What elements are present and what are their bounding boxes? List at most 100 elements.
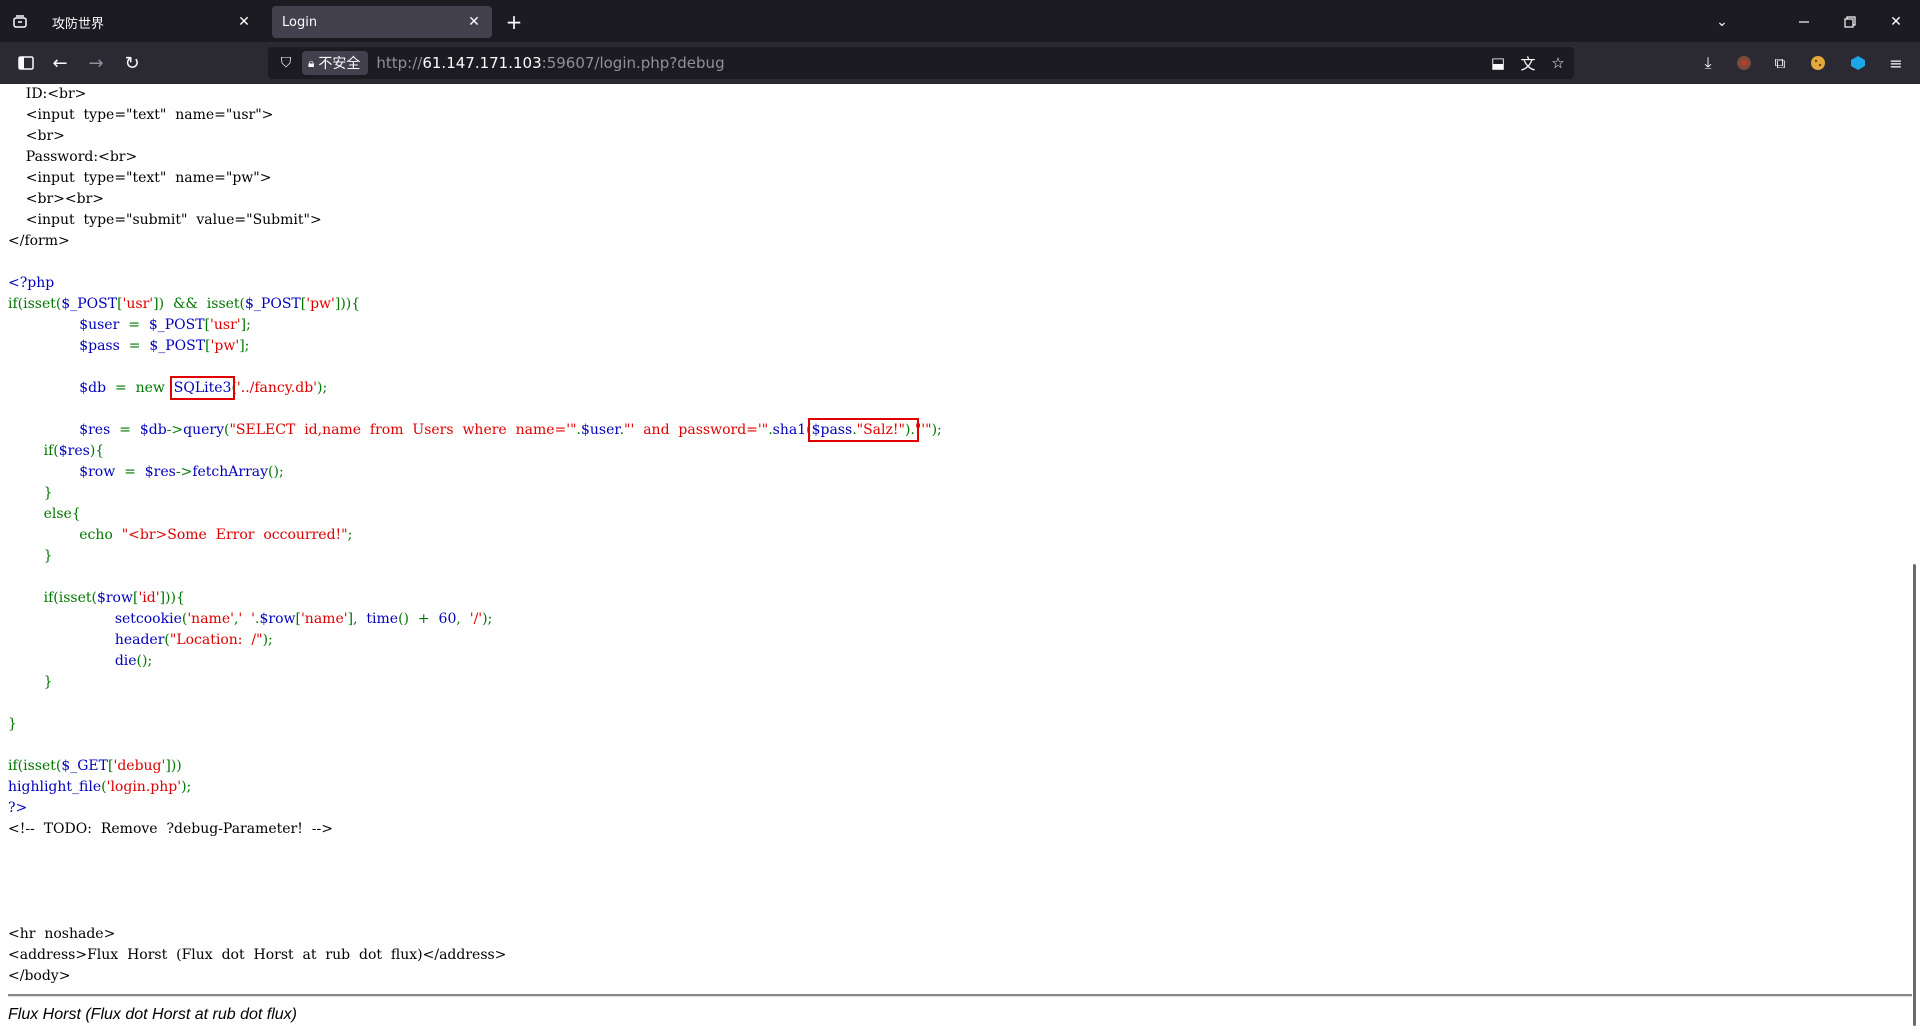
code-token: 'usr' (122, 296, 154, 312)
code-line: <input type="text" name="pw"> (8, 168, 942, 189)
code-token: "' and password='" (624, 422, 769, 438)
code-token: query (183, 422, 225, 438)
code-token: , (456, 611, 470, 627)
code-token: $row (259, 611, 296, 627)
url-actions: ⬓ 文 ☆ (1488, 47, 1568, 79)
code-token: <br><br> (8, 191, 105, 207)
code-token: = (128, 317, 149, 333)
code-line: <address>Flux Horst (Flux dot Horst at r… (8, 945, 942, 966)
new-tab-icon[interactable]: + (500, 8, 528, 36)
code-line: echo "<br>Some Error occourred!"; (8, 525, 942, 546)
code-token: <?php (8, 275, 55, 291)
code-token: "SELECT id,name from Users where name='" (229, 422, 577, 438)
extension-cookie-icon[interactable] (1804, 49, 1832, 77)
menu-hamburger-icon[interactable]: ≡ (1882, 49, 1910, 77)
code-token: $_POST (149, 338, 206, 354)
back-arrow-icon[interactable]: ← (46, 49, 74, 77)
close-icon[interactable]: ✕ (462, 10, 486, 34)
code-token: } (8, 674, 53, 690)
chevron-down-icon[interactable]: ⌄ (1708, 8, 1736, 36)
url-host: 61.147.171.103 (422, 54, 542, 72)
page-content: ID:<br> <input type="text" name="usr"> <… (0, 84, 1920, 1032)
code-token: $pass (79, 338, 129, 354)
forward-arrow-icon[interactable]: → (82, 49, 110, 77)
security-indicator[interactable]: 🔒︎ 不安全 (302, 51, 369, 75)
code-token: $res (58, 443, 90, 459)
minimize-icon[interactable] (1790, 8, 1818, 36)
code-token: <input type="text" name="pw"> (8, 170, 272, 186)
tab-gongfang[interactable]: 攻防世界 ✕ (42, 6, 262, 38)
extension-cube-icon[interactable] (1844, 49, 1872, 77)
code-token: ID:<br> (8, 86, 87, 102)
sidebar-icon[interactable] (12, 49, 40, 77)
insecure-lock-icon: 🔒︎ (308, 55, 315, 70)
code-token: = (128, 338, 150, 354)
code-token: = (119, 422, 140, 438)
extension-tampermonkey-icon[interactable] (1730, 49, 1758, 77)
translate-icon[interactable]: 文 (1518, 53, 1538, 74)
code-token: <input type="submit" value="Submit"> (8, 212, 322, 228)
code-token: <br> (8, 128, 65, 144)
code-token: highlight_file (8, 779, 102, 795)
code-token: '/' (469, 611, 483, 627)
url-text[interactable]: http://61.147.171.103:59607/login.php?de… (376, 54, 724, 72)
code-line: } (8, 546, 942, 567)
code-token: 'login.php' (106, 779, 182, 795)
extensions-puzzle-icon[interactable]: ⧉ (1766, 49, 1794, 77)
bookmark-star-icon[interactable]: ☆ (1548, 54, 1568, 72)
scrollbar[interactable] (1910, 564, 1920, 1026)
code-token: $_POST (61, 296, 118, 312)
close-icon[interactable]: ✕ (232, 10, 256, 34)
tab-label: Login (282, 14, 318, 30)
code-token: (); (136, 653, 153, 669)
code-token: <address>Flux Horst (Flux dot Horst at r… (8, 947, 507, 963)
scrollbar-thumb[interactable] (1913, 564, 1916, 1026)
code-token: ){ (89, 443, 105, 459)
code-token: ; (347, 527, 353, 543)
url-bar[interactable]: ⛉ 🔒︎ 不安全 http://61.147.171.103:59607/log… (268, 47, 1574, 79)
code-token: } (8, 548, 53, 564)
navigation-bar: ← → ↻ ⛉ 🔒︎ 不安全 http://61.147.171.103:596… (0, 42, 1920, 84)
tab-bar: 攻防世界 ✕ Login ✕ + ⌄ ✕ (0, 0, 1920, 42)
code-line: highlight_file('login.php'); (8, 777, 942, 798)
code-token: $row (79, 464, 125, 480)
code-token: ])){ (334, 296, 361, 312)
code-line: </form> (8, 231, 942, 252)
code-token: $row (96, 590, 133, 606)
code-token: $res (79, 422, 120, 438)
tab-overview-icon[interactable] (6, 8, 34, 36)
code-line: ID:<br> (8, 84, 942, 105)
window-close-icon[interactable]: ✕ (1882, 8, 1910, 36)
code-token: Password:<br> (8, 149, 138, 165)
code-token: ]; (240, 317, 251, 333)
code-token: new (135, 380, 174, 396)
shield-icon[interactable]: ⛉ (274, 55, 298, 71)
code-line: <br> (8, 126, 942, 147)
code-token: $_GET (61, 758, 108, 774)
code-token: $user (79, 317, 129, 333)
code-line: <br><br> (8, 189, 942, 210)
code-token: 'debug' (113, 758, 166, 774)
code-token: ], (347, 611, 367, 627)
install-icon[interactable]: ⬓ (1488, 54, 1508, 72)
code-line: $pass = $_POST['pw']; (8, 336, 942, 357)
reload-icon[interactable]: ↻ (118, 49, 146, 77)
code-token: $res (144, 464, 176, 480)
code-token: 'pw' (306, 296, 335, 312)
code-token: header (114, 632, 165, 648)
code-line: header("Location: /"); (8, 630, 942, 651)
downloads-icon[interactable]: ⤓ (1694, 49, 1722, 77)
code-token: <input type="text" name="usr"> (8, 107, 274, 123)
restore-icon[interactable] (1836, 8, 1864, 36)
code-token: $pass (811, 422, 853, 438)
tab-login[interactable]: Login ✕ (272, 6, 492, 38)
code-token: setcookie (114, 611, 182, 627)
